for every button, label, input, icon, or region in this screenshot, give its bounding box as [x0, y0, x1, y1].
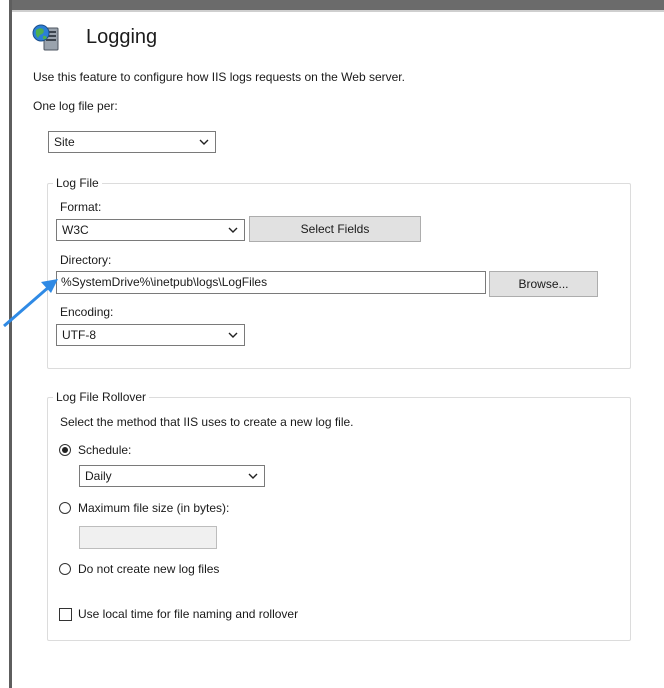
maximum-file-size-label: Maximum file size (in bytes): [78, 501, 230, 515]
log-file-group-title: Log File [53, 176, 102, 190]
maximum-file-size-input[interactable] [79, 526, 217, 549]
window-left-border [0, 0, 12, 688]
annotation-arrow-icon [3, 279, 58, 328]
one-log-file-per-select[interactable]: Site [48, 131, 216, 153]
schedule-radio[interactable] [59, 444, 71, 456]
server-globe-icon [32, 24, 59, 51]
log-file-rollover-group-title: Log File Rollover [53, 390, 150, 404]
schedule-select[interactable]: Daily [79, 465, 265, 487]
window-top-border [0, 0, 664, 10]
schedule-value: Daily [85, 469, 112, 483]
directory-input[interactable]: %SystemDrive%\inetpub\logs\LogFiles [56, 271, 486, 294]
use-local-time-checkbox[interactable] [59, 608, 72, 621]
directory-label: Directory: [60, 253, 112, 267]
encoding-value: UTF-8 [62, 328, 96, 342]
schedule-label: Schedule: [78, 443, 132, 457]
browse-button[interactable]: Browse... [489, 271, 598, 297]
format-select[interactable]: W3C [56, 219, 245, 241]
format-value: W3C [62, 223, 89, 237]
chevron-down-icon [248, 473, 258, 479]
maximum-file-size-radio[interactable] [59, 502, 71, 514]
do-not-create-label: Do not create new log files [78, 562, 220, 576]
do-not-create-radio[interactable] [59, 563, 71, 575]
format-label: Format: [60, 200, 102, 214]
rollover-instruction: Select the method that IIS uses to creat… [60, 415, 354, 429]
select-fields-button[interactable]: Select Fields [249, 216, 421, 242]
encoding-select[interactable]: UTF-8 [56, 324, 245, 346]
log-file-rollover-group [47, 397, 631, 641]
one-log-file-per-value: Site [54, 135, 75, 149]
chevron-down-icon [228, 332, 238, 338]
use-local-time-label: Use local time for file naming and rollo… [78, 607, 299, 621]
page-title: Logging [86, 26, 158, 48]
chevron-down-icon [199, 139, 209, 145]
chevron-down-icon [228, 227, 238, 233]
encoding-label: Encoding: [60, 305, 114, 319]
one-log-file-per-label: One log file per: [33, 99, 118, 113]
feature-description: Use this feature to configure how IIS lo… [33, 70, 405, 84]
